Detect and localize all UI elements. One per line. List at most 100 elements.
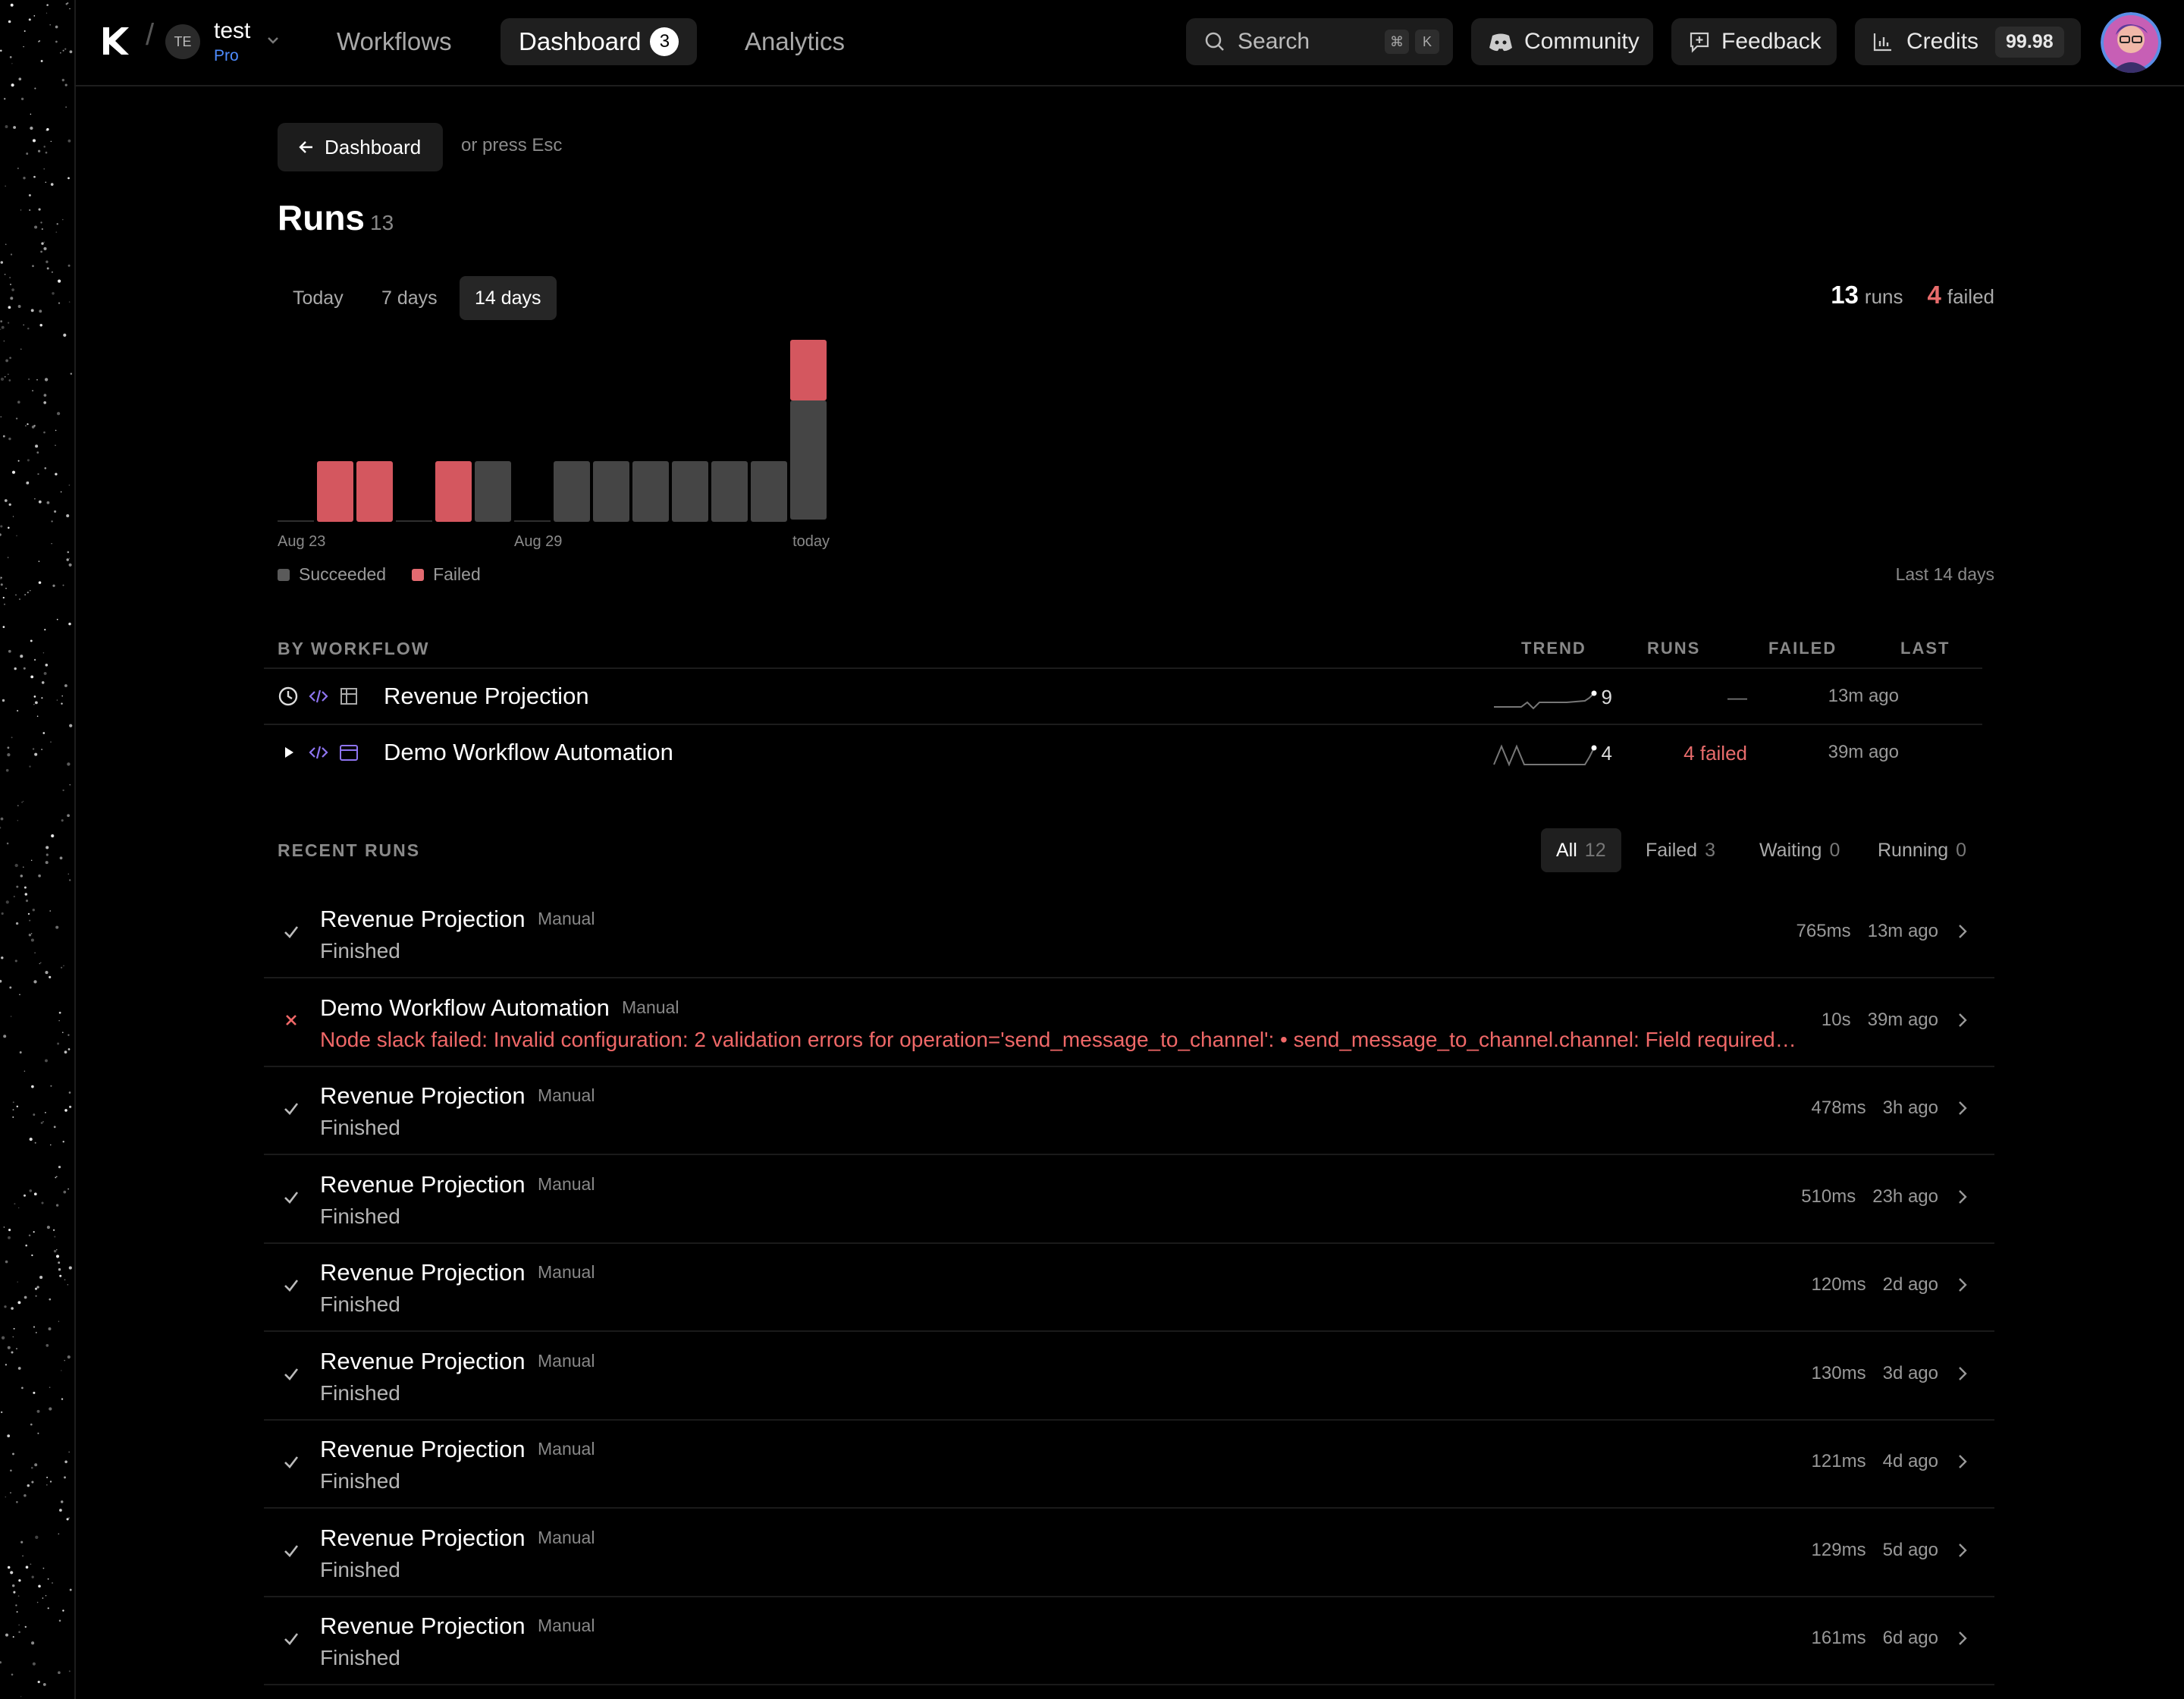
star-dot [61,78,64,82]
star-dot [17,1281,18,1283]
star-dot [31,1254,33,1257]
run-time-ago: 3h ago [1882,1098,1938,1118]
nav-dashboard[interactable]: Dashboard 3 [500,18,698,65]
star-dot [36,1286,39,1289]
chevron-down-icon[interactable] [265,35,281,46]
nav-analytics[interactable]: Analytics [726,18,863,65]
star-dot [43,146,46,148]
filter-tab-count: 0 [1829,839,1840,861]
star-dot [67,1284,69,1286]
filter-tab-failed[interactable]: Failed 3 [1630,828,1731,872]
run-row[interactable]: Revenue Projection Manual Finished 510ms 23h… [264,1154,1994,1244]
run-trigger-label: Manual [538,1527,595,1547]
starfield-decoration [0,0,76,1699]
star-dot [52,584,55,587]
run-status-text: Finished [320,1380,400,1405]
run-duration: 121ms [1811,1451,1866,1471]
star-dot [61,695,63,697]
star-dot [61,819,64,822]
star-dot [11,470,16,474]
back-to-dashboard-button[interactable]: Dashboard [278,123,443,171]
nav-workflows[interactable]: Workflows [318,18,470,65]
star-dot [20,1696,22,1697]
filter-tab-all[interactable]: All 12 [1541,828,1621,872]
chart-bar-succeeded[interactable] [554,461,590,522]
run-row[interactable]: Demo Workflow Automation Manual Node slack… [264,978,1994,1067]
star-dot [5,359,8,363]
chart-bar-failed[interactable] [356,461,393,522]
star-dot [62,1141,64,1143]
chart-bar-succeeded[interactable] [475,461,511,522]
star-dot [37,149,41,152]
star-dot [58,1671,61,1675]
run-duration: 161ms [1811,1628,1866,1648]
search-button[interactable]: Search ⌘ K [1186,18,1453,65]
star-dot [22,1555,24,1557]
star-dot [30,675,34,679]
workspace-avatar[interactable]: TE [165,24,200,59]
chart-bar-failed[interactable] [317,461,353,522]
chart-bar-succeeded[interactable] [751,461,787,522]
star-dot [9,56,12,58]
credits-button[interactable]: Credits 99.98 [1855,18,2081,65]
range-tab-today[interactable]: Today [278,276,359,320]
star-dot [26,152,29,155]
star-dot [17,305,21,308]
star-dot [38,500,42,504]
chart-bar-failed[interactable] [790,340,827,400]
star-dot [4,98,6,100]
star-dot [60,52,61,54]
filter-tab-running[interactable]: Running 0 [1862,828,1982,872]
star-dot [8,437,11,441]
run-duration: 120ms [1811,1274,1866,1295]
filter-tab-waiting[interactable]: Waiting 0 [1744,828,1855,872]
run-row[interactable]: Revenue Projection Manual Finished 129ms 5d … [264,1508,1994,1597]
star-dot [64,1476,66,1479]
star-dot [46,12,48,14]
star-dot [7,557,9,558]
run-row[interactable]: Revenue Projection Manual Finished 120ms 2d … [264,1242,1994,1332]
range-tab-14-days[interactable]: 14 days [460,276,557,320]
run-status-text: Finished [320,1204,400,1228]
star-dot [11,1584,15,1588]
chart-bar-failed[interactable] [435,461,472,522]
workspace-name[interactable]: test [214,18,250,44]
logo-icon[interactable] [99,24,132,58]
filter-tab-label: Running [1878,839,1949,861]
star-dot [49,1298,52,1301]
star-dot [69,1588,72,1591]
star-dot [16,1105,19,1108]
run-row[interactable]: Revenue Projection Manual Finished 478ms 3h … [264,1066,1994,1155]
workflow-row[interactable]: Revenue Projection 9 — 13m ago [264,667,1982,725]
chart-bar-succeeded[interactable] [593,461,629,522]
run-duration: 510ms [1801,1186,1856,1207]
chart-bar-succeeded[interactable] [711,461,748,522]
run-row[interactable]: Revenue Projection Manual Finished 130ms 3d … [264,1331,1994,1421]
star-dot [33,1113,36,1116]
by-workflow-title: BY WORKFLOW [278,639,430,658]
star-dot [29,1137,33,1142]
run-row[interactable]: Revenue Projection Manual Finished 121ms 4d … [264,1419,1994,1509]
star-dot [8,1236,11,1239]
star-dot [31,933,33,934]
star-dot [30,1423,33,1426]
star-dot [55,40,58,43]
run-row[interactable]: Revenue Projection Manual Finished 161ms 6d … [264,1596,1994,1685]
check-icon [284,1633,299,1645]
chart-bar-succeeded[interactable] [672,461,708,522]
community-button[interactable]: Community [1471,18,1653,65]
user-avatar[interactable] [2101,12,2161,73]
check-icon [284,926,299,938]
feedback-button[interactable]: Feedback [1671,18,1837,65]
star-dot [18,77,22,81]
run-trigger-label: Manual [538,1616,595,1635]
chart-bar-succeeded[interactable] [790,400,827,520]
range-tab-7-days[interactable]: 7 days [366,276,453,320]
star-dot [60,491,62,493]
filter-tab-count: 0 [1956,839,1967,861]
chart-bar-succeeded[interactable] [632,461,669,522]
star-dot [31,1641,35,1645]
run-row[interactable]: Revenue Projection Manual Finished 765ms 13m… [264,889,1994,978]
workflow-row[interactable]: Demo Workflow Automation 4 4 failed 39m … [264,724,1982,781]
run-workflow-name: Revenue Projection [320,1524,526,1551]
